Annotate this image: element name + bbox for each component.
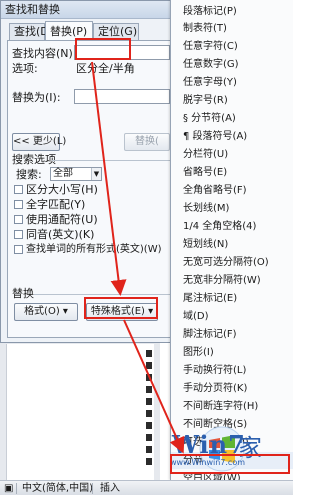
status-icon: ▣: [4, 483, 14, 494]
status-separator: [92, 483, 93, 494]
annotation-arrows: [91, 61, 185, 454]
arrow-find-to-special: [91, 61, 127, 296]
status-insert-mode[interactable]: 插入: [100, 482, 120, 495]
status-separator: [16, 483, 17, 494]
status-language[interactable]: 中文(简体,中国): [22, 482, 93, 495]
arrow-special-to-section-break: [123, 319, 185, 454]
screenshot: 查找和替换 查找(D) 替换(P) 定位(G) 查找内容(N): 选项: 区分全…: [0, 0, 293, 495]
status-bar: ▣ 中文(简体,中国) 插入: [0, 480, 293, 495]
